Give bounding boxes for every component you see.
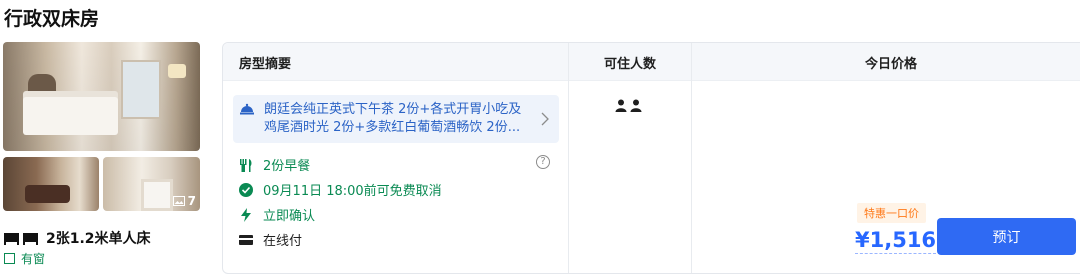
feature-breakfast: 2份早餐 [239, 155, 310, 174]
bed-icon [4, 233, 38, 245]
window-info: 有窗 [4, 250, 45, 267]
photo-count: 7 [172, 194, 196, 208]
breakfast-label: 2份早餐 [263, 159, 311, 174]
dining-bell-icon [240, 103, 254, 115]
help-icon[interactable]: ? [536, 155, 550, 169]
photo-count-value: 7 [187, 194, 196, 208]
column-divider [691, 43, 692, 273]
feature-instant-confirm: 立即确认 [239, 205, 315, 224]
image-icon [172, 196, 185, 206]
fork-knife-icon [240, 158, 252, 172]
room-title: 行政双床房 [4, 8, 100, 30]
book-button[interactable]: 预订 [937, 218, 1076, 255]
photo-detail [121, 60, 161, 119]
package-banner[interactable]: 朗廷会纯正英式下午茶 2份+各式开胃小吃及鸡尾酒时光 2份+多款红白葡萄酒畅饮 … [233, 95, 559, 143]
instant-confirm-label: 立即确认 [263, 209, 316, 224]
check-circle-icon [239, 182, 253, 197]
bed-type-label: 2张1.2米单人床 [46, 231, 151, 247]
photo-detail [23, 97, 118, 135]
header-guests: 可住人数 [604, 57, 657, 72]
column-divider [568, 43, 569, 273]
header-summary: 房型摘要 [239, 57, 292, 72]
photo-detail [168, 64, 186, 78]
room-photo-thumb[interactable] [3, 157, 99, 211]
bed-info: 2张1.2米单人床 [4, 228, 151, 248]
photo-detail [141, 179, 173, 211]
room-photo-main[interactable] [3, 42, 200, 151]
lightning-icon [241, 207, 251, 222]
window-label: 有窗 [21, 252, 46, 266]
table-header: 房型摘要 可住人数 今日价格 [223, 43, 1080, 81]
credit-card-icon [239, 234, 253, 245]
chevron-right-icon[interactable] [541, 112, 549, 126]
cancellation-label: 09月11日 18:00前可免费取消 [263, 184, 442, 199]
promo-tag: 特惠一口价 [857, 203, 926, 223]
price-value[interactable]: ¥1,516 [855, 228, 937, 254]
header-price: 今日价格 [865, 57, 918, 72]
feature-payment: 在线付 [239, 230, 302, 249]
room-photo-thumb[interactable]: 7 [103, 157, 200, 211]
two-persons-icon [615, 99, 642, 112]
package-description: 朗廷会纯正英式下午茶 2份+各式开胃小吃及鸡尾酒时光 2份+多款红白葡萄酒畅饮 … [264, 102, 522, 135]
photo-detail [25, 185, 70, 203]
window-icon [4, 253, 15, 264]
rate-table: 房型摘要 可住人数 今日价格 朗廷会纯正英式下午茶 2份+各式开胃小吃及鸡尾酒时… [222, 42, 1080, 274]
feature-cancellation: 09月11日 18:00前可免费取消 [239, 180, 442, 199]
payment-label: 在线付 [263, 234, 303, 249]
